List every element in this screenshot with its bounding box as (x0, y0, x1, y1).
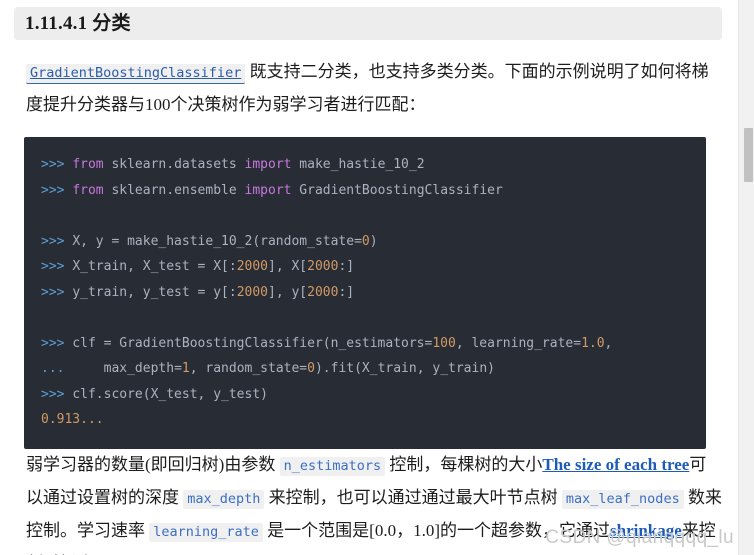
code-token: 2000 (307, 259, 339, 274)
code-token: 2000 (307, 284, 339, 300)
code-token: sklearn.datasets (103, 157, 245, 172)
code-token: ).fit(X_train, y_train) (314, 361, 495, 376)
python-code-block: >>> from sklearn.datasets import make_ha… (24, 137, 706, 449)
code-token: import (244, 182, 292, 198)
code-token: y_train, y_test = y[: (72, 284, 237, 300)
scrollbar-thumb[interactable] (744, 128, 753, 182)
n-estimators-code: n_estimators (279, 456, 386, 476)
code-token: >>> (41, 386, 73, 402)
code-token: 0 (307, 361, 315, 376)
code-line: 0.913... (24, 407, 706, 433)
code-token: ... (41, 361, 104, 376)
outro-seg-1: 弱学习器的数量(即回归树)由参数 (26, 454, 280, 474)
code-token: from (72, 157, 104, 172)
code-line: ... max_depth=1, random_state=0).fit(X_t… (24, 356, 706, 382)
code-token: >>> (41, 182, 73, 198)
code-token: >>> (41, 233, 73, 249)
code-token: X_train, X_test = X[: (72, 259, 237, 274)
code-token: :] (338, 259, 355, 274)
vertical-scrollbar[interactable] (738, 0, 754, 555)
code-token: import (244, 157, 292, 172)
code-token: clf = GradientBoostingClassifier(n_estim… (72, 335, 433, 351)
code-token: 2000 (236, 259, 268, 274)
code-line: >>> X_train, X_test = X[:2000], X[2000:] (24, 254, 706, 280)
code-line: >>> from sklearn.datasets import make_ha… (24, 152, 706, 178)
code-token: ], y[ (268, 284, 308, 300)
code-line: >>> y_train, y_test = y[:2000], y[2000:] (24, 280, 706, 306)
code-token: sklearn.ensemble (103, 182, 245, 198)
intro-paragraph: GradientBoostingClassifier 既支持二分类，也支持多类分… (26, 56, 722, 120)
code-token: GradientBoostingClassifier (291, 182, 503, 198)
code-token: >>> (41, 335, 73, 351)
code-token: , (604, 335, 613, 351)
code-line: >>> from sklearn.ensemble import Gradien… (24, 178, 706, 204)
code-token: , random_state= (189, 361, 308, 376)
max-depth-code: max_depth (183, 489, 265, 509)
code-token: , learning_rate= (455, 335, 582, 351)
code-line: >>> clf.score(X_test, y_test) (24, 382, 706, 408)
code-line: >>> clf = GradientBoostingClassifier(n_e… (24, 331, 706, 357)
code-token: >>> (41, 284, 73, 300)
section-heading-band: 1.11.4.1 分类 (14, 7, 722, 40)
code-token: 100 (432, 335, 456, 351)
code-token: >>> (41, 157, 73, 172)
code-token: 1 (181, 361, 190, 376)
max-leaf-nodes-code: max_leaf_nodes (561, 489, 684, 509)
outro-seg-4: 来控制，也可以通过通过最大叶节点树 (264, 487, 562, 507)
code-token: 2000 (236, 284, 268, 300)
size-of-each-tree-link[interactable]: The size of each tree (542, 455, 689, 474)
page-title: 1.11.4.1 分类 (25, 13, 131, 34)
code-line: >>> X, y = make_hastie_10_2(random_state… (24, 229, 706, 255)
outro-seg-2: 控制，每棵树的大小 (385, 454, 543, 474)
code-token: X, y = make_hastie_10_2(random_state= (72, 233, 362, 249)
code-token: ], X[ (268, 259, 308, 274)
learning-rate-code: learning_rate (149, 522, 263, 542)
code-token: from (72, 182, 104, 198)
code-token: >>> (41, 259, 73, 274)
code-token: 0.913... (41, 412, 104, 427)
document-page: 1.11.4.1 分类 GradientBoostingClassifier 既… (0, 0, 738, 555)
csdn-watermark: CSDN @qianqqqq_lu (545, 527, 734, 548)
code-token: 0 (361, 233, 370, 249)
code-token: clf.score(X_test, y_test) (72, 386, 268, 402)
gradientboostingclassifier-code-link[interactable]: GradientBoostingClassifier (26, 64, 246, 84)
code-token: max_depth= (103, 361, 182, 376)
code-token: 1.0 (581, 335, 605, 351)
code-token: ) (369, 233, 378, 249)
code-token: make_hastie_10_2 (291, 157, 425, 172)
code-token: :] (338, 284, 355, 300)
